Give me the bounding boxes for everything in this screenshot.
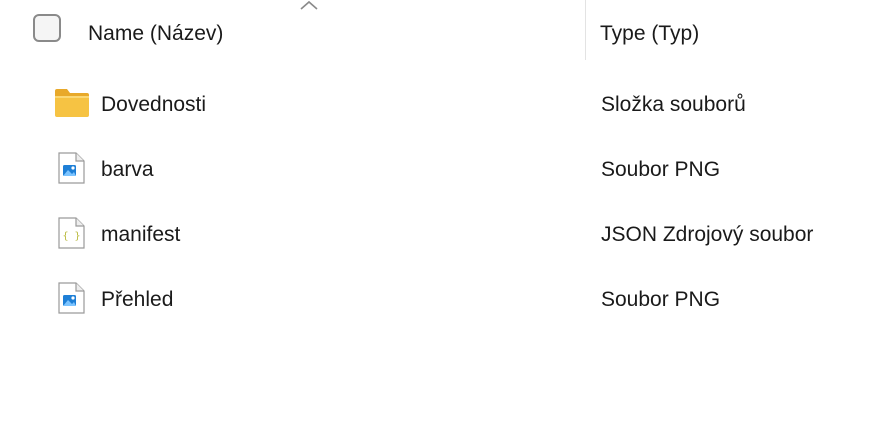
folder-icon — [55, 89, 89, 117]
list-item[interactable]: { } manifest JSON Zdrojový soubor — [0, 200, 883, 265]
list-item[interactable]: barva Soubor PNG — [0, 135, 883, 200]
list-item[interactable]: Dovednosti Složka souborů — [0, 70, 883, 135]
column-header-name[interactable]: Name (Název) — [88, 20, 223, 48]
column-header-type[interactable]: Type (Typ) — [600, 20, 699, 48]
json-file-icon: { } — [58, 217, 85, 249]
file-type: Složka souborů — [601, 93, 746, 116]
file-type: Soubor PNG — [601, 288, 721, 311]
svg-text:{ }: { } — [62, 231, 80, 242]
list-item[interactable]: Přehled Soubor PNG — [0, 265, 883, 330]
file-type: Soubor PNG — [601, 158, 721, 181]
file-type: JSON Zdrojový soubor — [601, 223, 814, 246]
file-explorer-list: Name (Název) Type (Typ) Dovednosti Složk… — [0, 0, 883, 421]
select-all-checkbox[interactable] — [33, 14, 61, 42]
png-file-icon — [58, 152, 85, 184]
file-name: Přehled — [101, 288, 174, 311]
file-name: Dovednosti — [101, 93, 207, 116]
file-list: Dovednosti Složka souborů barva Soubor P… — [0, 70, 883, 330]
column-divider[interactable] — [585, 0, 586, 60]
file-name: barva — [101, 158, 154, 181]
png-file-icon — [58, 282, 85, 314]
sort-ascending-icon[interactable] — [300, 0, 318, 10]
file-name: manifest — [101, 223, 181, 246]
column-header-bar: Name (Název) Type (Typ) — [0, 0, 883, 62]
